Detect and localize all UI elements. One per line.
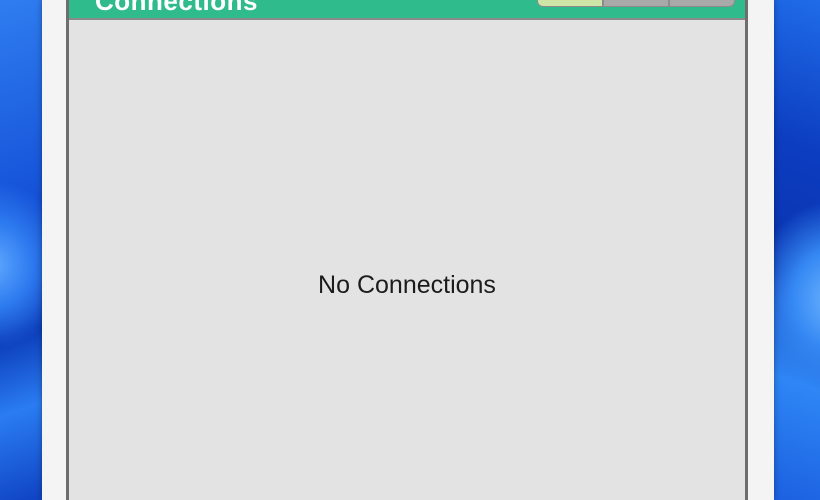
panel-header: Connections bbox=[69, 0, 745, 20]
edit-connection-button[interactable] bbox=[603, 0, 669, 7]
panel-title: Connections bbox=[95, 0, 258, 16]
header-button-group bbox=[537, 0, 735, 8]
desktop: Connections No Connections bbox=[0, 0, 820, 500]
remove-connection-button[interactable] bbox=[669, 0, 735, 7]
app-window: Connections No Connections bbox=[42, 0, 774, 500]
empty-state-message: No Connections bbox=[318, 271, 496, 299]
add-connection-button[interactable] bbox=[537, 0, 603, 7]
connections-panel: Connections No Connections bbox=[66, 0, 748, 500]
